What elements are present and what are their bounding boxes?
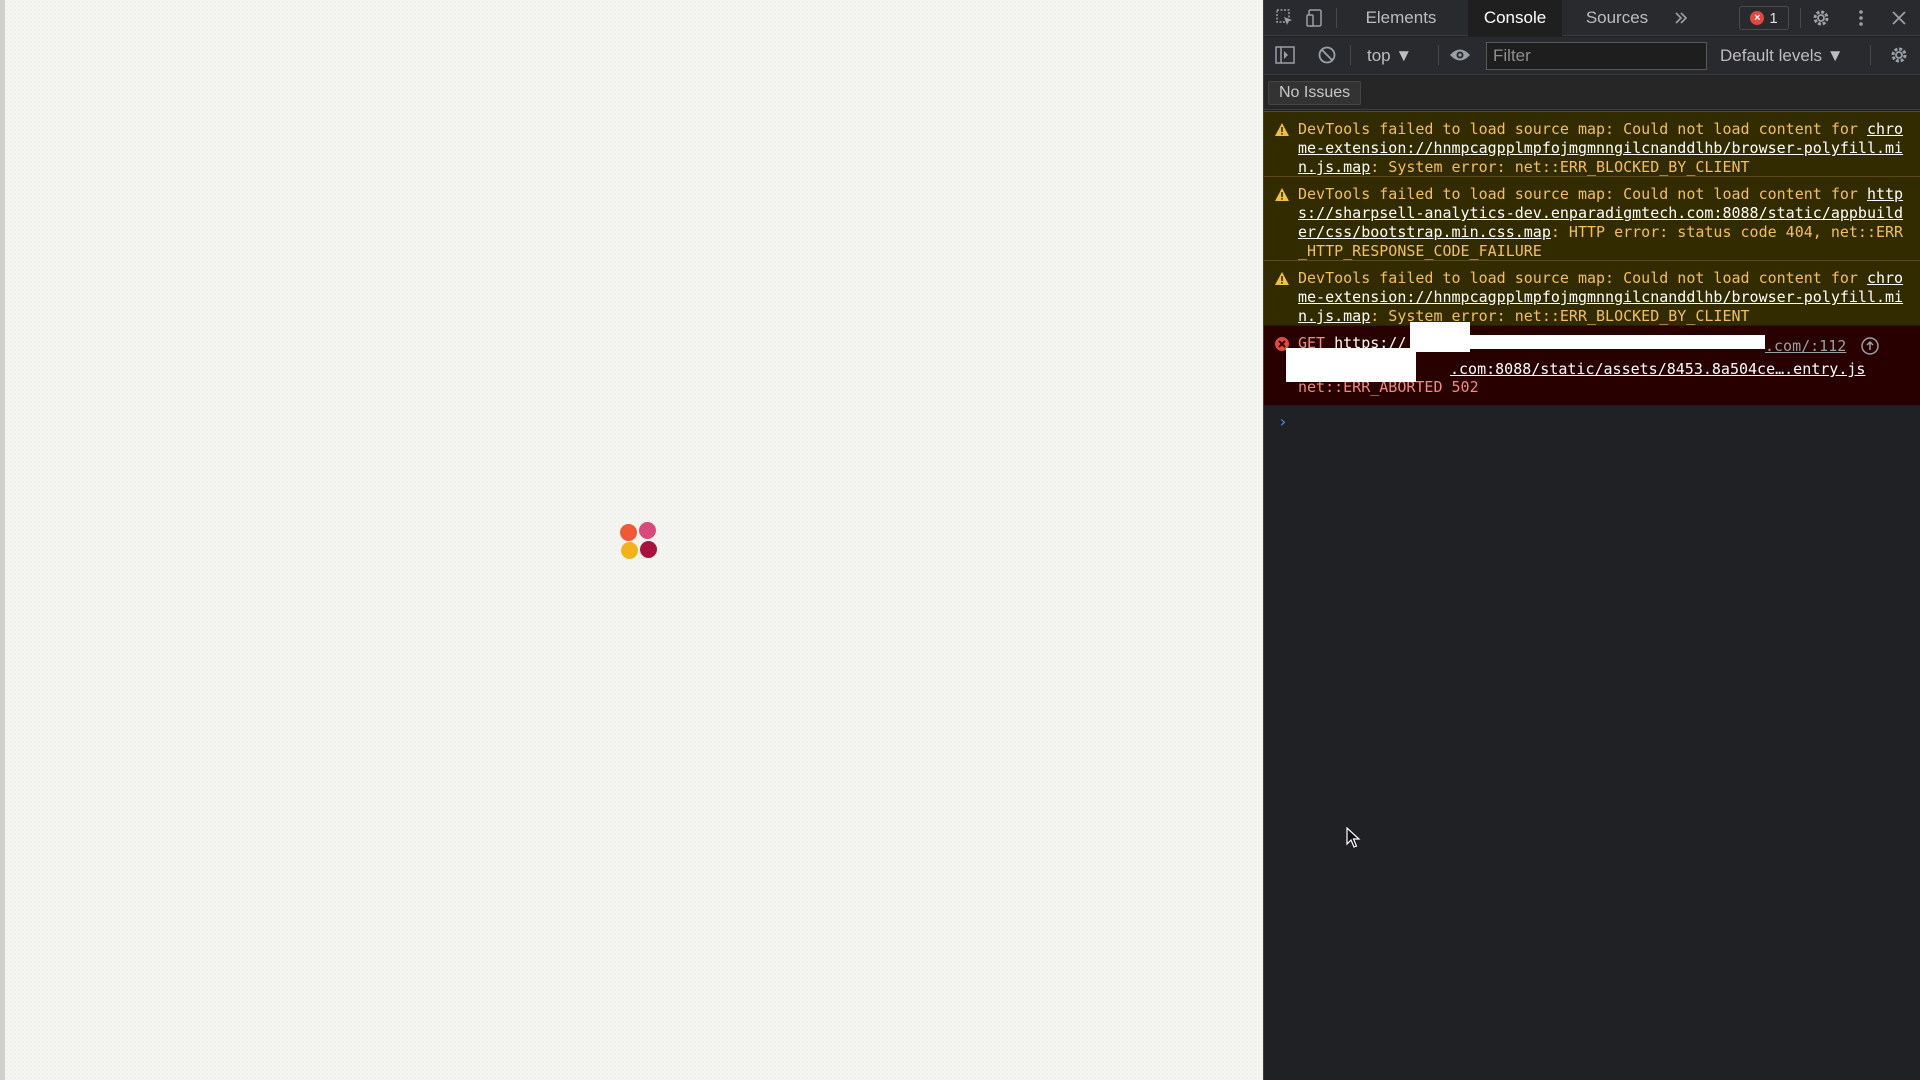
loader-dot xyxy=(621,542,638,559)
context-selector[interactable]: top ▼ xyxy=(1367,46,1412,66)
console-warning-message: DevTools failed to load source map: Coul… xyxy=(1264,260,1920,325)
error-count-badge[interactable]: × 1 xyxy=(1739,6,1789,30)
redaction-box xyxy=(1410,322,1470,352)
sidebar-toggle-icon[interactable] xyxy=(1274,45,1296,65)
redaction-box xyxy=(1286,348,1416,382)
console-prompt[interactable]: › xyxy=(1278,412,1288,431)
console-messages: DevTools failed to load source map: Coul… xyxy=(1264,111,1920,406)
filter-input[interactable] xyxy=(1486,42,1707,70)
request-asset-link[interactable]: .com:8088/static/assets/8453.8a504ce….en… xyxy=(1450,360,1865,378)
warning-icon xyxy=(1275,123,1289,136)
mouse-pointer-icon xyxy=(1346,827,1361,848)
loading-spinner xyxy=(618,522,658,560)
loader-dot xyxy=(639,522,656,539)
issues-button[interactable]: No Issues xyxy=(1268,81,1362,105)
error-count: 1 xyxy=(1769,9,1778,27)
message-text: DevTools failed to load source map: Coul… xyxy=(1298,269,1867,287)
tab-console[interactable]: Console xyxy=(1468,0,1562,36)
error-icon: × xyxy=(1750,11,1765,25)
redaction-box xyxy=(1470,335,1765,349)
warning-icon xyxy=(1275,272,1289,285)
tab-sources[interactable]: Sources xyxy=(1570,0,1664,36)
devtools-tab-bar: Elements Console Sources × 1 xyxy=(1264,0,1920,36)
console-settings-gear-icon[interactable] xyxy=(1888,45,1910,65)
console-warning-message: DevTools failed to load source map: Coul… xyxy=(1264,111,1920,176)
tab-elements[interactable]: Elements xyxy=(1344,0,1458,36)
message-text: DevTools failed to load source map: Coul… xyxy=(1298,185,1867,203)
inspect-element-icon[interactable] xyxy=(1274,8,1296,28)
loader-dot xyxy=(640,541,657,558)
clear-console-icon[interactable] xyxy=(1316,45,1338,65)
device-toolbar-icon[interactable] xyxy=(1304,8,1326,28)
chevron-double-right-icon[interactable] xyxy=(1670,8,1692,28)
message-text: DevTools failed to load source map: Coul… xyxy=(1298,120,1867,138)
loader-dot xyxy=(620,524,637,541)
eye-icon[interactable] xyxy=(1449,45,1471,65)
devtools-panel: Elements Console Sources × 1 top ▼ Filte… xyxy=(1263,0,1920,1080)
warning-icon xyxy=(1275,188,1289,201)
issues-bar: No Issues xyxy=(1264,76,1920,110)
kebab-menu-icon[interactable] xyxy=(1850,8,1872,28)
network-request-icon[interactable] xyxy=(1860,336,1880,361)
message-text: : System error: net::ERR_BLOCKED_BY_CLIE… xyxy=(1370,158,1750,176)
close-icon[interactable] xyxy=(1888,8,1910,28)
console-error-message: GET https:// .com/:112 .com:8088/static/… xyxy=(1264,322,1920,406)
page-viewport xyxy=(0,0,1263,1080)
console-toolbar: top ▼ Default levels ▼ xyxy=(1264,37,1920,75)
log-levels-selector[interactable]: Default levels ▼ xyxy=(1720,46,1844,66)
console-warning-message: DevTools failed to load source map: Coul… xyxy=(1264,176,1920,260)
gear-icon[interactable] xyxy=(1810,8,1832,28)
request-url-tail[interactable]: .com/:112 xyxy=(1765,337,1846,356)
